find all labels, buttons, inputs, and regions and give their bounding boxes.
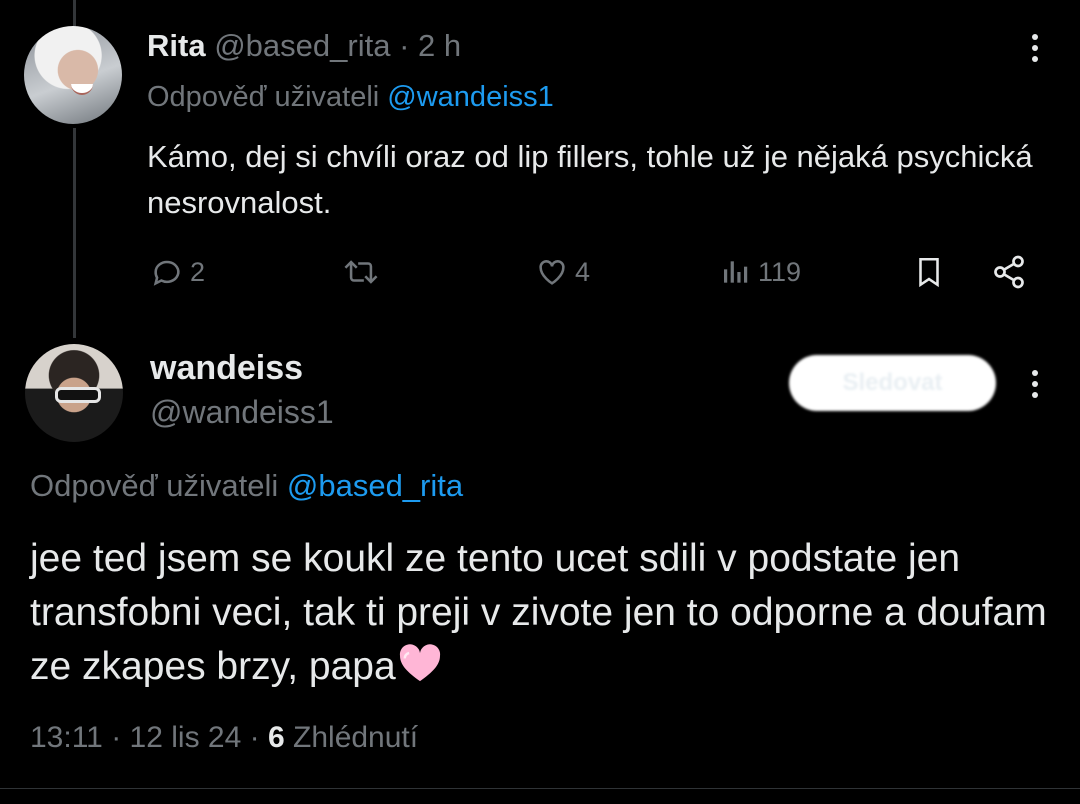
tweet2-more-icon[interactable] bbox=[1020, 364, 1050, 404]
tweet1-reply-mention[interactable]: @wandeiss1 bbox=[387, 81, 553, 113]
bookmark-button[interactable] bbox=[912, 250, 946, 294]
pink-heart-emoji-icon bbox=[399, 644, 440, 682]
tweet2-views-label: Zhlédnutí bbox=[293, 721, 419, 754]
tweet2-separator-1: · bbox=[111, 721, 122, 754]
tweet2-text: jee ted jsem se koukl ze tento ucet sdil… bbox=[30, 532, 1060, 694]
share-icon bbox=[994, 255, 1024, 289]
tweet2-display-name[interactable]: wandeiss bbox=[150, 348, 303, 388]
thread-line-top bbox=[73, 0, 76, 28]
views-icon bbox=[724, 261, 748, 283]
tweet1-separator: · bbox=[399, 28, 410, 63]
share-button[interactable] bbox=[990, 250, 1028, 294]
avatar-rita[interactable] bbox=[24, 26, 122, 124]
tweet2-handle[interactable]: @wandeiss1 bbox=[150, 392, 334, 432]
bookmark-icon bbox=[919, 257, 939, 288]
tweet1-header: Rita @based_rita · 2 h bbox=[147, 26, 461, 66]
views-button[interactable]: 119 bbox=[720, 250, 801, 294]
avatar-wandeiss[interactable] bbox=[25, 344, 123, 442]
tweet1-action-bar: 2 4 119 bbox=[0, 250, 1080, 294]
thread-line-connector bbox=[73, 128, 76, 338]
tweet2-reply-context: Odpověď uživateli @based_rita bbox=[30, 466, 463, 506]
retweet-icon bbox=[344, 260, 378, 284]
tweet1-reply-context: Odpověď uživateli @wandeiss1 bbox=[147, 78, 554, 116]
divider bbox=[0, 788, 1080, 789]
tweet1-time[interactable]: 2 h bbox=[418, 28, 461, 63]
reply-icon bbox=[153, 260, 180, 286]
tweet1-display-name[interactable]: Rita bbox=[147, 28, 206, 63]
like-icon bbox=[539, 260, 565, 285]
reply-button[interactable]: 2 bbox=[150, 250, 205, 294]
tweet2-time[interactable]: 13:11 bbox=[30, 721, 103, 754]
tweet2-separator-2: · bbox=[249, 721, 260, 754]
views-count: 119 bbox=[758, 256, 802, 287]
tweet2-meta: 13:11 · 12 lis 24 · 6 Zhlédnutí bbox=[30, 718, 418, 758]
reply-count: 2 bbox=[190, 256, 206, 287]
tweet2-reply-prefix: Odpověď uživateli bbox=[30, 468, 279, 503]
follow-button[interactable]: Sledovat bbox=[789, 355, 996, 411]
tweet1-reply-prefix: Odpověď uživateli bbox=[147, 81, 380, 113]
tweet1-handle[interactable]: @based_rita bbox=[214, 28, 390, 63]
tweet1-more-icon[interactable] bbox=[1020, 28, 1050, 68]
tweet2-date[interactable]: 12 lis 24 bbox=[130, 721, 242, 754]
tweet1-text: Kámo, dej si chvíli oraz od lip fillers,… bbox=[147, 139, 1033, 220]
like-count: 4 bbox=[575, 256, 591, 287]
tweet2-reply-mention[interactable]: @based_rita bbox=[287, 468, 463, 503]
like-button[interactable]: 4 bbox=[535, 250, 590, 294]
tweet2-text-body: jee ted jsem se koukl ze tento ucet sdil… bbox=[30, 537, 1047, 688]
retweet-button[interactable] bbox=[342, 250, 380, 294]
tweet2-views-count: 6 bbox=[267, 721, 285, 754]
